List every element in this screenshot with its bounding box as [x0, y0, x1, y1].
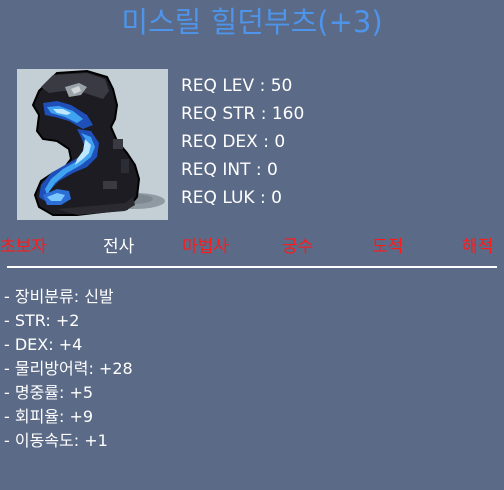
- stat-weapon-defense: - 물리방어력: +28: [4, 359, 133, 378]
- job-bowman: 궁수: [282, 237, 314, 257]
- mithril-hildon-boots-icon: [31, 69, 165, 216]
- item-stats: - 장비분류: 신발 - STR: +2 - DEX: +4 - 물리방어력: …: [4, 285, 133, 453]
- stat-category: - 장비분류: 신발: [4, 287, 114, 306]
- requirements-list: REQ LEV : 50 REQ STR : 160 REQ DEX : 0 R…: [181, 72, 304, 212]
- stat-avoidability: - 회피율: +9: [4, 407, 94, 426]
- job-beginner: 초보자: [0, 237, 47, 257]
- job-list: 초보자 전사 마법사 궁수 도적 해적: [0, 232, 504, 262]
- job-pirate: 해적: [462, 237, 494, 257]
- req-luk: REQ LUK : 0: [181, 188, 282, 208]
- req-str: REQ STR : 160: [181, 104, 305, 124]
- stat-accuracy: - 명중률: +5: [4, 383, 94, 402]
- job-thief: 도적: [372, 237, 404, 257]
- stat-dex: - DEX: +4: [4, 335, 83, 354]
- job-magician: 마법사: [182, 237, 229, 257]
- item-name: 미스릴 힐던부츠(+3): [121, 5, 383, 39]
- item-image: [17, 69, 168, 220]
- req-int: REQ INT : 0: [181, 160, 278, 180]
- req-level: REQ LEV : 50: [181, 76, 293, 96]
- divider: [7, 266, 497, 268]
- job-warrior: 전사: [103, 237, 135, 257]
- stat-str: - STR: +2: [4, 311, 80, 330]
- req-dex: REQ DEX : 0: [181, 132, 286, 152]
- stat-speed: - 이동속도: +1: [4, 431, 108, 450]
